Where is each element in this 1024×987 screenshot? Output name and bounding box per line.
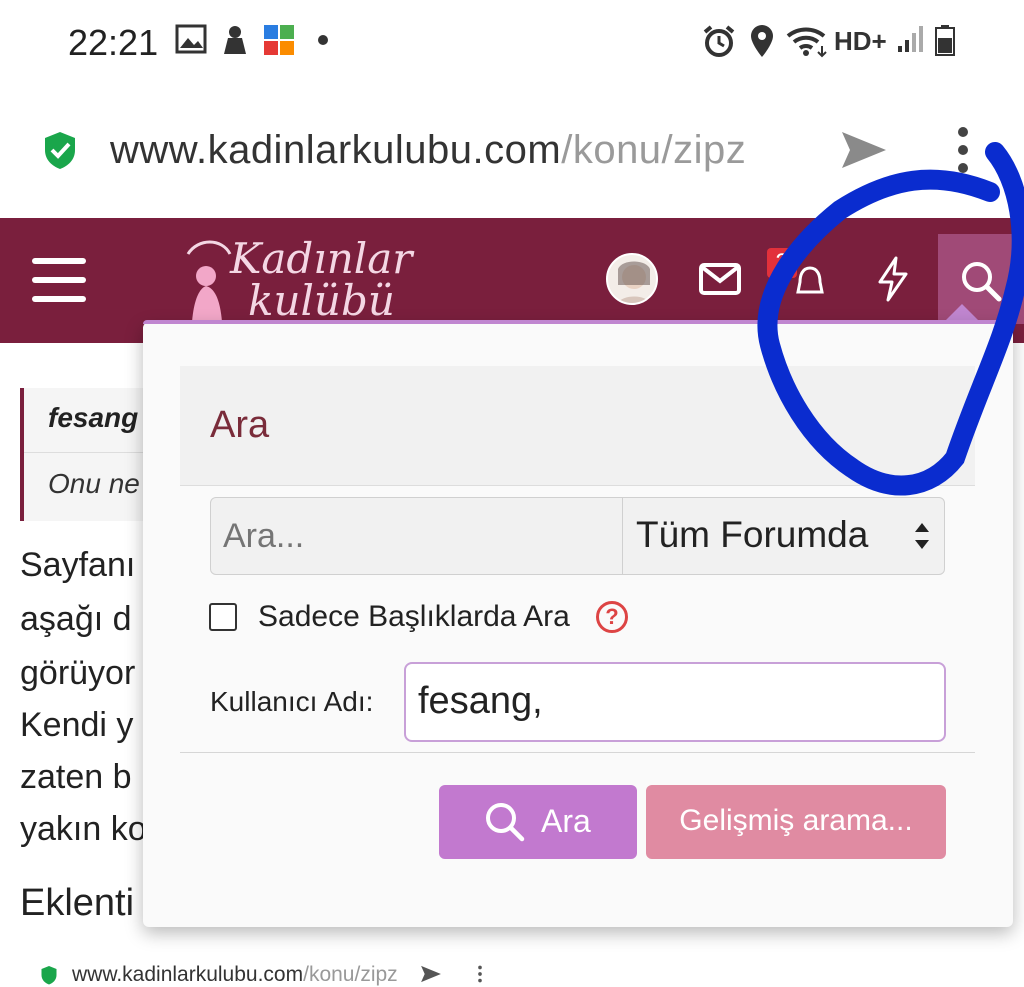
app-icon bbox=[264, 25, 294, 55]
status-bar: 22:21 HD+ bbox=[0, 0, 1024, 90]
post-line: Sayfanı bbox=[20, 546, 136, 584]
post-line: yakın ko bbox=[20, 810, 147, 848]
bell-icon[interactable] bbox=[792, 264, 828, 304]
post-line: görüyor bbox=[20, 654, 136, 692]
mini-send-icon bbox=[421, 965, 441, 983]
panel-header bbox=[180, 366, 975, 486]
quote-text: Onu ne bbox=[48, 468, 140, 499]
username-label: Kullanıcı Adı: bbox=[210, 686, 374, 717]
mini-secure-shield-icon bbox=[41, 966, 57, 985]
mail-icon[interactable] bbox=[699, 262, 741, 296]
advanced-search-label: Gelişmiş arama... bbox=[679, 804, 913, 837]
quote-author: fesang bbox=[48, 402, 139, 433]
search-submit-button[interactable]: Ara bbox=[439, 785, 637, 859]
advanced-search-button[interactable]: Gelişmiş arama... bbox=[646, 785, 946, 859]
select-arrows-icon bbox=[915, 523, 929, 549]
wifi-icon bbox=[786, 27, 827, 58]
network-type: HD+ bbox=[834, 26, 887, 56]
panel-separator bbox=[180, 752, 975, 753]
post-line: zaten b bbox=[20, 758, 132, 796]
notification-icon bbox=[224, 26, 246, 54]
post-line: Kendi y bbox=[20, 706, 134, 744]
avatar[interactable] bbox=[606, 253, 658, 305]
titles-only-checkbox[interactable] bbox=[209, 603, 237, 631]
secure-shield-icon bbox=[45, 132, 75, 169]
search-submit-label: Ara bbox=[541, 803, 591, 839]
username-input[interactable]: fesang, bbox=[404, 662, 946, 742]
location-icon bbox=[751, 25, 773, 57]
signal-icon bbox=[898, 26, 923, 52]
post-line: aşağı d bbox=[20, 600, 132, 638]
alarm-icon bbox=[703, 25, 735, 57]
dot-icon bbox=[318, 35, 328, 45]
quote-divider bbox=[24, 452, 150, 453]
search-icon bbox=[962, 262, 1002, 302]
logo-line-2: kulübü bbox=[248, 276, 395, 325]
titles-only-label[interactable]: Sadece Başlıklarda Ara bbox=[258, 600, 570, 634]
alert-badge: 2 bbox=[767, 248, 797, 278]
bolt-icon[interactable] bbox=[876, 256, 910, 302]
url-path: /konu/zipz bbox=[561, 128, 747, 172]
attachments-heading: Eklenti bbox=[20, 882, 135, 924]
help-icon[interactable]: ? bbox=[596, 601, 628, 633]
mini-url-path: /konu/zipz bbox=[303, 963, 398, 986]
mini-screenshot-url: www.kadinlarkulubu.com/konu/zipz bbox=[72, 963, 398, 987]
search-input[interactable] bbox=[210, 497, 624, 575]
search-icon bbox=[486, 803, 525, 842]
panel-accent-line bbox=[143, 320, 1013, 324]
url-field[interactable]: www.kadinlarkulubu.com/konu/zipz bbox=[110, 128, 746, 173]
mini-menu-dots-icon bbox=[478, 965, 482, 983]
battery-icon bbox=[935, 25, 955, 56]
hamburger-icon[interactable] bbox=[32, 256, 86, 304]
panel-title: Ara bbox=[210, 404, 270, 446]
alert-count: 2 bbox=[775, 249, 789, 276]
scope-value: Tüm Forumda bbox=[636, 514, 869, 555]
send-icon[interactable] bbox=[840, 130, 888, 170]
url-domain: www.kadinlarkulubu.com bbox=[110, 128, 562, 172]
mini-url-domain: www.kadinlarkulubu.com bbox=[72, 963, 304, 986]
status-time: 22:21 bbox=[68, 22, 159, 63]
menu-dots-icon[interactable] bbox=[952, 126, 974, 174]
image-icon bbox=[175, 24, 207, 54]
